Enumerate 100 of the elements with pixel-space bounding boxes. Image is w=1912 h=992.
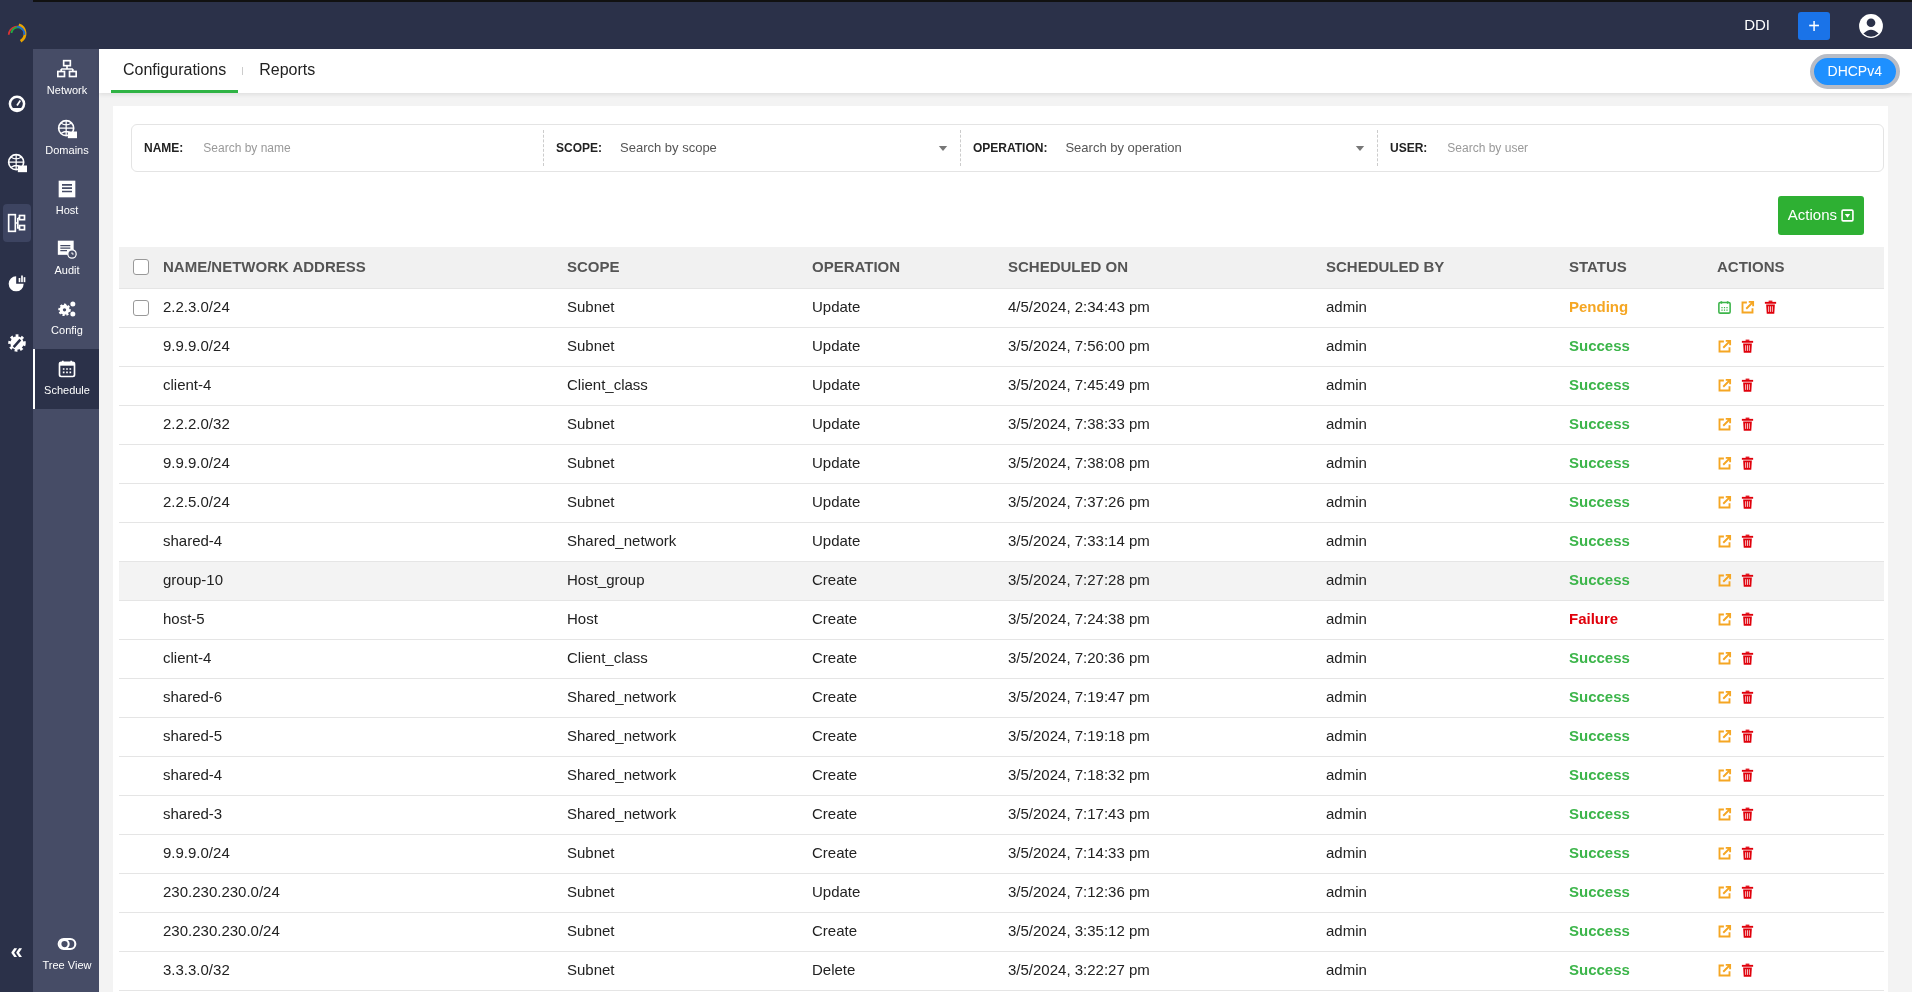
table-cell: Shared_network <box>567 532 677 550</box>
table-cell: 3/5/2024, 7:37:26 pm <box>1008 493 1150 511</box>
calendar-icon[interactable] <box>1717 300 1732 315</box>
table-cell: Update <box>812 415 861 433</box>
trash-icon[interactable] <box>1740 573 1755 588</box>
table-cell: 3/5/2024, 7:14:33 pm <box>1008 844 1150 862</box>
add-button[interactable]: + <box>1798 11 1830 40</box>
status-text: Success <box>1569 844 1630 862</box>
collapse-button[interactable]: « <box>4 940 29 964</box>
table-cell: admin <box>1326 961 1367 979</box>
select-field[interactable]: Search by scope <box>620 136 948 160</box>
select-all-checkbox[interactable] <box>133 259 149 275</box>
sidebar-item[interactable]: Audit <box>33 229 99 289</box>
table-cell: Update <box>812 337 861 355</box>
table-cell: Create <box>812 922 858 940</box>
trash-icon[interactable] <box>1740 534 1755 549</box>
filter-label: NAME: <box>144 140 184 157</box>
table-cell: Create <box>812 844 858 862</box>
table-cell: 9.9.9.0/24 <box>163 337 230 355</box>
sidebar-item[interactable]: Schedule <box>33 349 99 409</box>
sidebar-item[interactable]: Config <box>33 289 99 349</box>
trash-icon[interactable] <box>1740 885 1755 900</box>
input-field[interactable]: Search by name <box>201 138 531 158</box>
table-cell: Shared_network <box>567 766 677 784</box>
filter-label: OPERATION: <box>973 140 1048 157</box>
table-cell: 9.9.9.0/24 <box>163 844 230 862</box>
column-header: SCHEDULED BY <box>1326 256 1446 277</box>
diagram-icon[interactable] <box>6 213 27 233</box>
row-checkbox[interactable] <box>133 299 149 316</box>
trash-icon[interactable] <box>1740 612 1755 627</box>
gear-wrench-icon[interactable] <box>6 333 27 353</box>
tab[interactable]: Reports <box>247 49 328 93</box>
table-cell: admin <box>1326 337 1367 355</box>
caret-icon <box>1355 143 1365 153</box>
sidebar-item[interactable]: Host <box>33 169 99 229</box>
table-cell: Subnet <box>567 493 615 511</box>
table-cell: 3/5/2024, 7:27:28 pm <box>1008 571 1150 589</box>
user-avatar-icon[interactable] <box>1858 12 1884 39</box>
trash-icon[interactable] <box>1740 846 1755 861</box>
table-cell: Subnet <box>567 922 615 940</box>
trash-icon[interactable] <box>1740 768 1755 783</box>
tree-view-button[interactable]: Tree View <box>33 924 99 984</box>
trash-icon[interactable] <box>1763 300 1778 315</box>
status-text: Success <box>1569 922 1630 940</box>
globe-icon[interactable] <box>6 153 27 173</box>
table-cell: 3.3.3.0/32 <box>163 961 230 979</box>
table-cell: Delete <box>812 961 856 979</box>
calendar-icon <box>57 359 77 380</box>
trash-icon[interactable] <box>1740 924 1755 939</box>
table-cell: admin <box>1326 727 1367 745</box>
table-cell: admin <box>1326 571 1367 589</box>
input-field[interactable]: Search by user <box>1445 138 1871 158</box>
trash-icon[interactable] <box>1740 339 1755 354</box>
pie-chart-icon[interactable] <box>6 273 27 293</box>
table-cell: 2.2.3.0/24 <box>163 298 230 316</box>
table-cell: admin <box>1326 415 1367 433</box>
column-header: SCHEDULED ON <box>1008 256 1129 277</box>
table-cell: 2.2.2.0/32 <box>163 415 230 433</box>
column-header: OPERATION <box>812 256 902 277</box>
sidebar-item[interactable]: Network <box>33 49 99 109</box>
table-cell: Subnet <box>567 415 615 433</box>
table-cell: Host <box>567 610 598 628</box>
table-cell: admin <box>1326 493 1367 511</box>
table-cell: Create <box>812 571 858 589</box>
tab[interactable]: Configurations <box>111 49 239 93</box>
table-cell: 3/5/2024, 7:45:49 pm <box>1008 376 1150 394</box>
status-text: Success <box>1569 493 1630 511</box>
logo-icon <box>5 21 28 44</box>
trash-icon[interactable] <box>1740 417 1755 432</box>
status-text: Success <box>1569 415 1630 433</box>
network-icon <box>57 59 77 80</box>
table-cell: Create <box>812 649 858 667</box>
table-cell: Update <box>812 883 861 901</box>
table-cell: Create <box>812 688 858 706</box>
table-cell: Shared_network <box>567 805 677 823</box>
table-cell: Update <box>812 454 861 472</box>
trash-icon[interactable] <box>1740 807 1755 822</box>
table-cell: host-5 <box>163 610 205 628</box>
trash-icon[interactable] <box>1740 456 1755 471</box>
gauge-icon[interactable] <box>6 93 27 113</box>
status-text: Success <box>1569 766 1630 784</box>
status-text: Pending <box>1569 298 1629 316</box>
table-cell: Create <box>812 727 858 745</box>
sidebar-item[interactable]: Domains <box>33 109 99 169</box>
table-cell: client-4 <box>163 649 212 667</box>
trash-icon[interactable] <box>1740 963 1755 978</box>
report-clock-icon <box>57 239 77 260</box>
select-field[interactable]: Search by operation <box>1065 136 1365 160</box>
table-cell: shared-3 <box>163 805 223 823</box>
trash-icon[interactable] <box>1740 495 1755 510</box>
trash-icon[interactable] <box>1740 690 1755 705</box>
table-cell: Subnet <box>567 883 615 901</box>
table-cell: 4/5/2024, 2:34:43 pm <box>1008 298 1150 316</box>
trash-icon[interactable] <box>1740 378 1755 393</box>
table-cell: Subnet <box>567 961 615 979</box>
dropdown-square-icon <box>1841 208 1854 222</box>
trash-icon[interactable] <box>1740 651 1755 666</box>
trash-icon[interactable] <box>1740 729 1755 744</box>
server-icon <box>57 179 77 200</box>
table-cell: group-10 <box>163 571 224 589</box>
